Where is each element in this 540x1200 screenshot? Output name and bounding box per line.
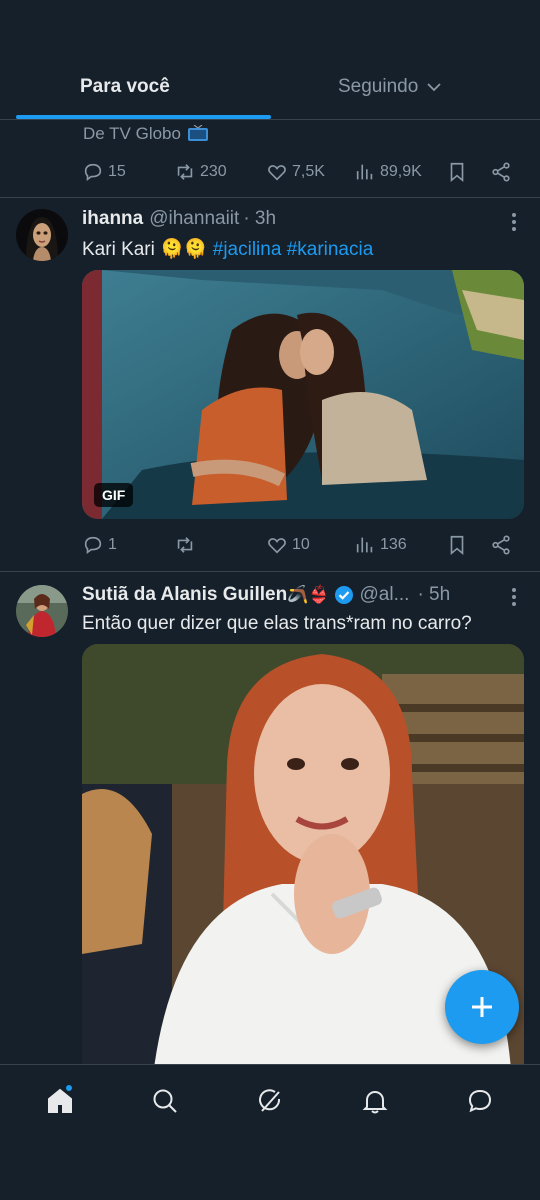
tweet-divider <box>0 571 540 572</box>
views-button[interactable]: 89,9K <box>354 161 422 183</box>
share-icon <box>492 162 510 182</box>
plus-icon <box>472 997 492 1017</box>
home-notification-dot <box>65 1083 74 1092</box>
nav-home[interactable] <box>33 1074 87 1128</box>
name-emojis: 🪃👙 <box>287 585 330 604</box>
tweet-header: ihanna @ihannaiit · 3h <box>82 208 276 230</box>
nav-notifications[interactable] <box>348 1074 402 1128</box>
reply-button[interactable]: 1 <box>82 534 117 556</box>
like-button[interactable]: 7,5K <box>266 161 325 183</box>
views-icon <box>356 537 373 553</box>
avatar-image <box>16 585 68 637</box>
reply-icon <box>84 163 102 181</box>
like-count: 7,5K <box>292 163 325 180</box>
views-count: 136 <box>380 536 407 553</box>
retweet-count: 230 <box>200 163 227 180</box>
tweet-source-label: De TV Globo <box>83 124 181 143</box>
active-tab-indicator <box>16 115 271 119</box>
like-count: 10 <box>292 536 310 553</box>
retweet-button[interactable]: 230 <box>174 161 227 183</box>
bottom-navigation <box>0 1064 540 1136</box>
author-name[interactable]: ihanna <box>82 208 143 230</box>
author-name[interactable]: Sutiã da Alanis Guillen <box>82 584 287 606</box>
timeline-feed: De TV Globo 15 230 7,5K 89,9K ihanna @ih… <box>0 120 540 1064</box>
gif-image <box>82 270 524 519</box>
melting-face-emojis: 🫠🫠 <box>160 239 208 260</box>
tweet-actions: 1 10 136 <box>82 530 522 560</box>
views-button[interactable]: 136 <box>354 534 407 556</box>
tweet-divider <box>0 197 540 198</box>
views-icon <box>356 164 373 180</box>
tv-icon <box>187 125 208 141</box>
hashtag-link[interactable]: #karinacia <box>287 239 374 260</box>
tweet-text: Então quer dizer que elas trans*ram no c… <box>82 613 472 634</box>
retweet-icon <box>177 164 193 180</box>
reply-icon <box>84 536 102 554</box>
verified-badge-icon <box>334 586 353 604</box>
tweet-time: · 3h <box>243 208 277 229</box>
more-options-button[interactable] <box>504 587 524 607</box>
tab-following[interactable]: Seguindo <box>338 76 442 98</box>
share-icon <box>492 535 510 555</box>
nav-search[interactable] <box>138 1074 192 1128</box>
tweet-actions: 15 230 7,5K 89,9K <box>82 157 522 187</box>
system-navigation-area <box>0 1136 540 1200</box>
tab-for-you[interactable]: Para você <box>80 76 170 98</box>
grok-icon <box>259 1088 280 1112</box>
author-handle[interactable]: @al... <box>360 584 410 606</box>
bookmark-icon <box>450 535 464 556</box>
more-options-button[interactable] <box>504 212 524 232</box>
reply-button[interactable]: 15 <box>82 161 126 183</box>
share-button[interactable] <box>490 534 512 556</box>
retweet-button[interactable] <box>174 534 200 556</box>
tweet-source[interactable]: De TV Globo <box>83 124 209 144</box>
reply-count: 1 <box>108 536 117 553</box>
views-count: 89,9K <box>380 163 422 180</box>
avatar-image <box>16 209 68 261</box>
tweet-gif[interactable]: GIF <box>82 270 524 519</box>
gif-badge: GIF <box>94 483 134 507</box>
reply-count: 15 <box>108 163 126 180</box>
nav-messages[interactable] <box>453 1074 507 1128</box>
heart-icon <box>268 538 286 554</box>
tab-following-label: Seguindo <box>338 76 419 97</box>
author-handle[interactable]: @ihannaiit <box>149 208 239 230</box>
tweet-text-body: Kari Kari <box>82 239 155 260</box>
top-tab-bar: Para você Seguindo <box>0 0 540 120</box>
bookmark-button[interactable] <box>446 534 468 556</box>
retweet-icon <box>177 537 193 553</box>
tweet-header: Sutiã da Alanis Guillen 🪃👙 @al... · 5h <box>82 584 450 606</box>
messages-icon <box>468 1089 491 1112</box>
compose-tweet-button[interactable] <box>445 970 519 1044</box>
avatar[interactable] <box>16 585 68 637</box>
bookmark-button[interactable] <box>446 161 468 183</box>
nav-grok[interactable] <box>243 1074 297 1128</box>
hashtag-link[interactable]: #jacilina <box>213 239 282 260</box>
tweet-text: Kari Kari 🫠🫠 #jacilina #karinacia <box>82 237 373 261</box>
share-button[interactable] <box>490 161 512 183</box>
heart-icon <box>268 165 286 181</box>
avatar[interactable] <box>16 209 68 261</box>
like-button[interactable]: 10 <box>266 534 310 556</box>
bell-icon <box>362 1090 388 1113</box>
bookmark-icon <box>450 162 464 183</box>
chevron-down-icon <box>427 83 441 92</box>
search-icon <box>153 1089 177 1113</box>
tweet-time: · 5h <box>417 584 451 605</box>
